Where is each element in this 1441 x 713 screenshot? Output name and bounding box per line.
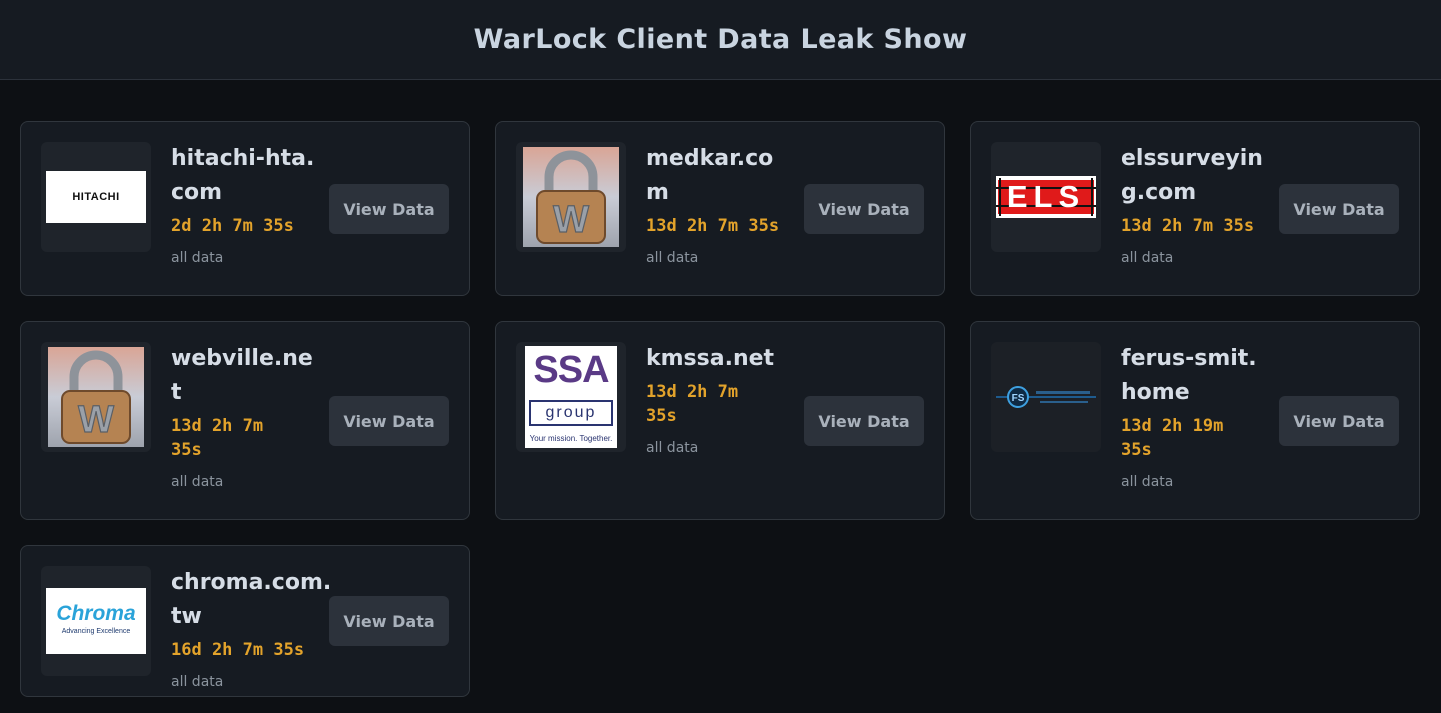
view-data-button[interactable]: View Data bbox=[1279, 184, 1399, 234]
card-info: medkar.com 13d 2h 7m 35s all data bbox=[646, 142, 796, 268]
victim-domain: ferus-smit.home bbox=[1121, 346, 1257, 405]
countdown-timer: 13d 2h 7m 35s bbox=[646, 216, 780, 236]
victim-domain: chroma.com.tw bbox=[171, 570, 332, 629]
page-title: WarLock Client Data Leak Show bbox=[473, 24, 968, 55]
victim-card: SSA group Your mission. Together. kmssa.… bbox=[495, 321, 945, 520]
view-data-button[interactable]: View Data bbox=[1279, 396, 1399, 446]
chroma-logo-text: Chroma bbox=[56, 602, 136, 625]
data-description: all data bbox=[1121, 474, 1174, 490]
victim-card: ELS elssurveying.com 13d 2h 7m 35s all d… bbox=[970, 121, 1420, 296]
ssa-logo-text: SSA bbox=[533, 349, 609, 391]
victim-card: HITACHI hitachi-hta.com 2d 2h 7m 35s all… bbox=[20, 121, 470, 296]
padlock-icon: W bbox=[48, 347, 144, 447]
countdown-timer: 16d 2h 7m 35s bbox=[171, 640, 305, 660]
view-data-button[interactable]: View Data bbox=[329, 184, 449, 234]
padlock-w-logo: W bbox=[516, 142, 626, 252]
svg-text:FS: FS bbox=[1012, 393, 1025, 404]
card-info: webville.net 13d 2h 7m 35s all data bbox=[171, 342, 321, 492]
victim-card: Chroma Advancing Excellence chroma.com.t… bbox=[20, 545, 470, 697]
card-info: elssurveying.com 13d 2h 7m 35s all data bbox=[1121, 142, 1271, 268]
data-description: all data bbox=[1121, 250, 1174, 266]
ssa-logo-tagline: Your mission. Together. bbox=[529, 434, 613, 443]
countdown-timer: 13d 2h 7m 35s bbox=[646, 382, 739, 426]
ferus-smit-emblem: FS bbox=[996, 386, 1096, 408]
view-data-button[interactable]: View Data bbox=[329, 396, 449, 446]
card-info: kmssa.net 13d 2h 7m 35s all data bbox=[646, 342, 796, 458]
ssa-logo-subtext: group bbox=[529, 400, 613, 426]
els-logo: ELS bbox=[991, 142, 1101, 252]
data-description: all data bbox=[646, 250, 699, 266]
view-data-button[interactable]: View Data bbox=[329, 596, 449, 646]
victim-domain: medkar.com bbox=[646, 146, 774, 205]
ferus-smit-logo: FS bbox=[991, 342, 1101, 452]
victim-domain: hitachi-hta.com bbox=[171, 146, 315, 205]
hitachi-logo-text: HITACHI bbox=[72, 191, 120, 203]
data-description: all data bbox=[171, 250, 224, 266]
chroma-logo-tagline: Advancing Excellence bbox=[61, 628, 131, 635]
svg-text:W: W bbox=[553, 199, 589, 241]
ssa-group-logo: SSA group Your mission. Together. bbox=[516, 342, 626, 452]
victim-card: W webville.net 13d 2h 7m 35s all data Vi… bbox=[20, 321, 470, 520]
padlock-w-logo: W bbox=[41, 342, 151, 452]
card-info: chroma.com.tw 16d 2h 7m 35s all data bbox=[171, 566, 341, 692]
els-logo-text: ELS bbox=[1006, 179, 1086, 214]
page-header: WarLock Client Data Leak Show bbox=[0, 0, 1441, 80]
view-data-button[interactable]: View Data bbox=[804, 184, 924, 234]
countdown-timer: 13d 2h 7m 35s bbox=[1121, 216, 1255, 236]
victim-domain: kmssa.net bbox=[646, 346, 775, 371]
victim-domain: webville.net bbox=[171, 346, 313, 405]
victim-card: FS ferus-smit.home 13d 2h 19m 35s all da… bbox=[970, 321, 1420, 520]
victim-card: W medkar.com 13d 2h 7m 35s all data View… bbox=[495, 121, 945, 296]
view-data-button[interactable]: View Data bbox=[804, 396, 924, 446]
hitachi-logo: HITACHI bbox=[41, 142, 151, 252]
data-description: all data bbox=[171, 474, 224, 490]
chroma-logo: Chroma Advancing Excellence bbox=[41, 566, 151, 676]
countdown-timer: 13d 2h 19m 35s bbox=[1121, 416, 1224, 460]
data-description: all data bbox=[646, 440, 699, 456]
svg-text:W: W bbox=[78, 399, 114, 441]
countdown-timer: 2d 2h 7m 35s bbox=[171, 216, 294, 236]
victim-domain: elssurveying.com bbox=[1121, 146, 1263, 205]
countdown-timer: 13d 2h 7m 35s bbox=[171, 416, 264, 460]
data-description: all data bbox=[171, 674, 224, 690]
padlock-icon: W bbox=[523, 147, 619, 247]
card-info: hitachi-hta.com 2d 2h 7m 35s all data bbox=[171, 142, 321, 268]
card-info: ferus-smit.home 13d 2h 19m 35s all data bbox=[1121, 342, 1271, 492]
